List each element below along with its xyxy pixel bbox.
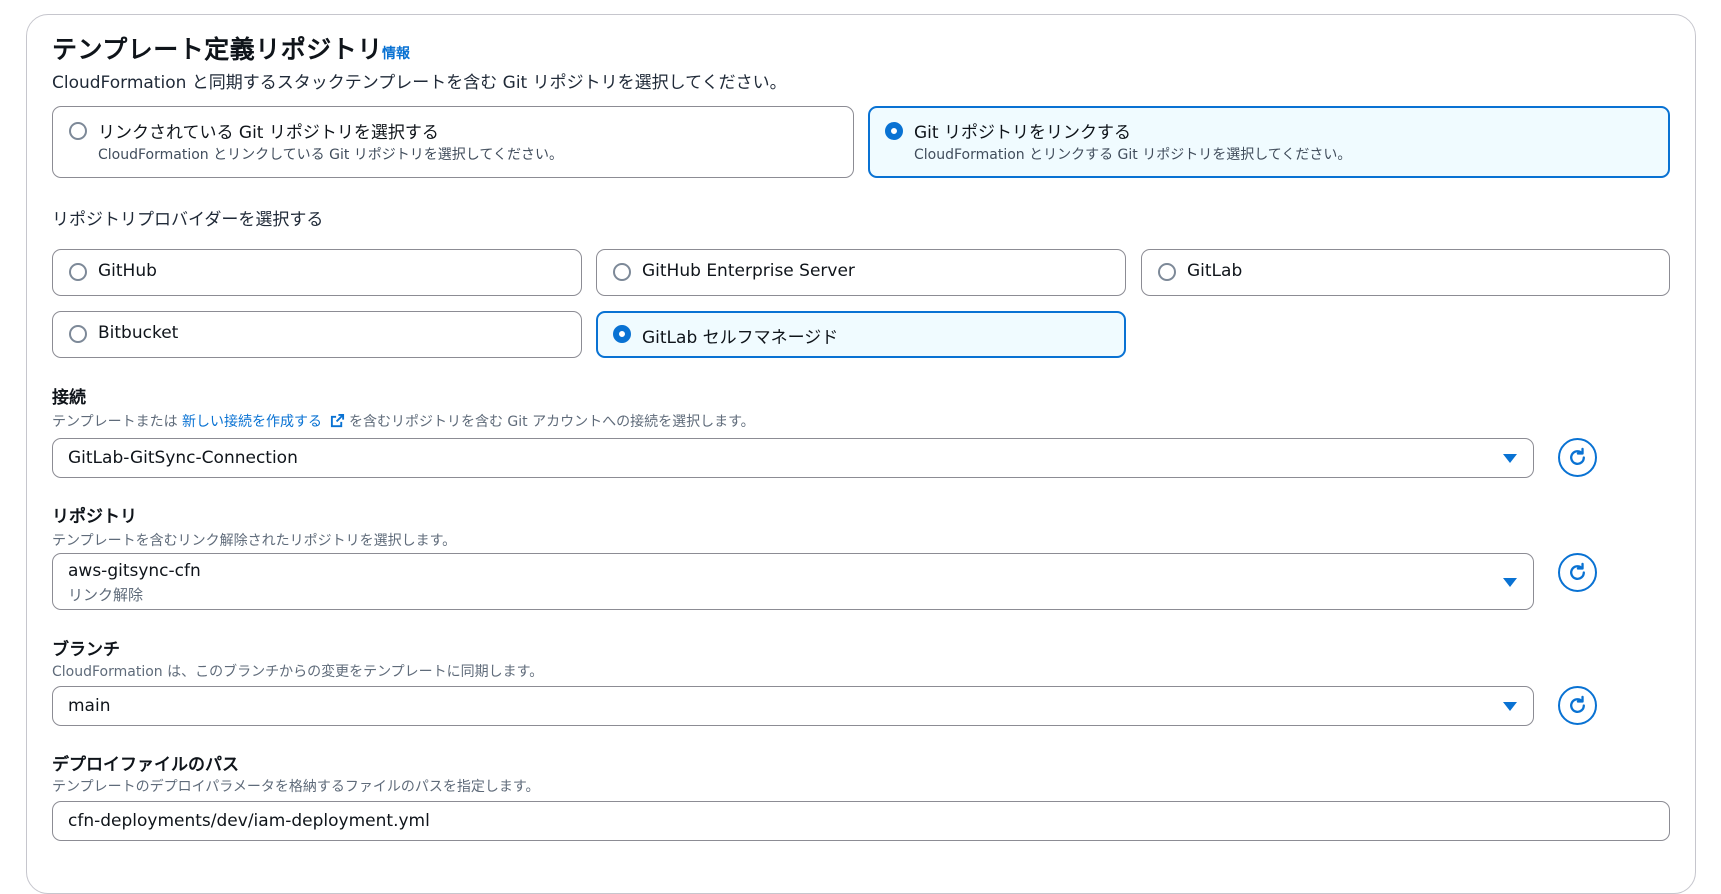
provider-option-gitlab-self-managed[interactable]: GitLab セルフマネージド <box>596 311 1126 358</box>
radio-card-link-git-repo[interactable]: Git リポジトリをリンクする CloudFormation とリンクする Gi… <box>868 106 1670 178</box>
radio-button[interactable] <box>69 122 87 140</box>
repository-select[interactable]: aws-gitsync-cfn リンク解除 <box>52 553 1534 610</box>
page-description: CloudFormation と同期するスタックテンプレートを含む Git リポ… <box>52 73 787 93</box>
provider-label: GitLab <box>1187 261 1243 281</box>
radio-card-description: CloudFormation とリンクしている Git リポジトリを選択してくだ… <box>98 147 563 163</box>
provider-label: GitHub <box>98 261 157 281</box>
branch-select[interactable]: main <box>52 686 1534 726</box>
radio-button[interactable] <box>69 263 87 281</box>
provider-label: GitHub Enterprise Server <box>642 261 855 281</box>
refresh-icon <box>1570 447 1585 465</box>
refresh-branch-button[interactable] <box>1558 686 1597 725</box>
radio-button[interactable] <box>1158 263 1176 281</box>
connection-value: GitLab-GitSync-Connection <box>68 448 298 468</box>
connection-desc-prefix: テンプレートまたは <box>52 414 178 430</box>
provider-option-github-enterprise[interactable]: GitHub Enterprise Server <box>596 249 1126 296</box>
radio-button-selected[interactable] <box>885 122 903 140</box>
repository-label: リポジトリ <box>52 507 137 527</box>
radio-card-select-linked-repo[interactable]: リンクされている Git リポジトリを選択する CloudFormation と… <box>52 106 854 178</box>
repository-status: リンク解除 <box>68 586 144 604</box>
branch-label: ブランチ <box>52 640 120 660</box>
repository-value: aws-gitsync-cfn <box>68 561 201 581</box>
refresh-icon <box>1570 695 1585 713</box>
connection-select[interactable]: GitLab-GitSync-Connection <box>52 438 1534 478</box>
deploy-file-description: テンプレートのデプロイパラメータを格納するファイルのパスを指定します。 <box>52 779 540 795</box>
connection-desc-suffix: を含むリポジトリを含む Git アカウントへの接続を選択します。 <box>348 414 755 430</box>
page-title: テンプレート定義リポジトリ <box>52 35 383 64</box>
radio-card-label: リンクされている Git リポジトリを選択する <box>98 123 439 143</box>
radio-card-label: Git リポジトリをリンクする <box>914 123 1131 143</box>
repository-description: テンプレートを含むリンク解除されたリポジトリを選択します。 <box>52 533 457 549</box>
radio-button[interactable] <box>613 263 631 281</box>
caret-down-icon <box>1503 454 1517 463</box>
refresh-connection-button[interactable] <box>1558 438 1597 477</box>
radio-button-selected[interactable] <box>613 325 631 343</box>
branch-value: main <box>68 696 111 716</box>
caret-down-icon <box>1503 578 1517 587</box>
provider-option-gitlab[interactable]: GitLab <box>1141 249 1670 296</box>
provider-section-label: リポジトリプロバイダーを選択する <box>52 210 324 230</box>
deploy-file-path-input[interactable] <box>52 801 1670 841</box>
branch-description: CloudFormation は、このブランチからの変更をテンプレートに同期しま… <box>52 664 544 680</box>
refresh-icon <box>1570 562 1585 580</box>
radio-card-description: CloudFormation とリンクする Git リポジトリを選択してください… <box>914 147 1352 163</box>
refresh-repository-button[interactable] <box>1558 553 1597 592</box>
create-connection-link[interactable]: 新しい接続を作成する <box>182 413 349 430</box>
external-link-icon <box>330 413 344 428</box>
provider-option-bitbucket[interactable]: Bitbucket <box>52 311 582 358</box>
radio-button[interactable] <box>69 325 87 343</box>
provider-option-github[interactable]: GitHub <box>52 249 582 296</box>
connection-description: テンプレートまたは 新しい接続を作成する を含むリポジトリを含む Git アカウ… <box>52 411 755 431</box>
caret-down-icon <box>1503 702 1517 711</box>
connection-label: 接続 <box>52 388 86 408</box>
provider-label: Bitbucket <box>98 323 179 343</box>
info-link[interactable]: 情報 <box>382 43 410 63</box>
provider-label: GitLab セルフマネージド <box>642 328 839 348</box>
deploy-file-label: デプロイファイルのパス <box>52 755 239 775</box>
